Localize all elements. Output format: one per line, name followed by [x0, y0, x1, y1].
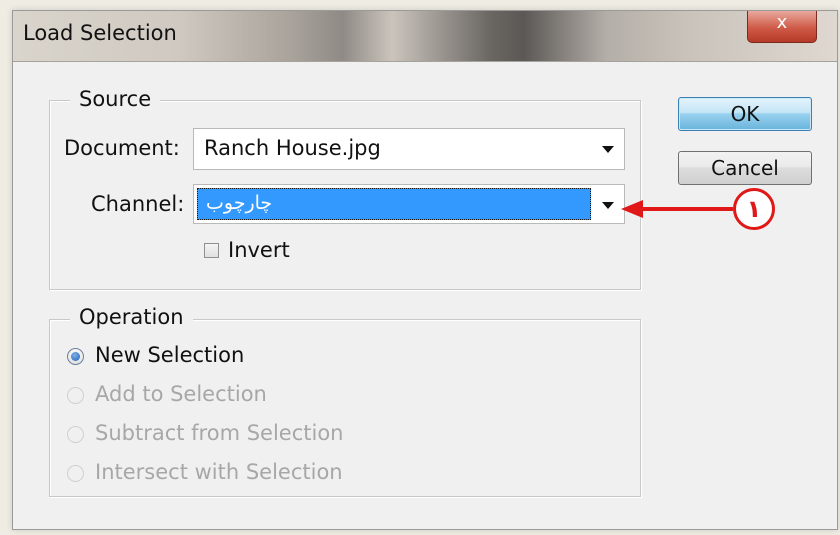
channel-label: Channel: — [91, 192, 185, 216]
chevron-down-icon — [602, 202, 614, 209]
intersect-with-selection-label[interactable]: Intersect with Selection — [95, 460, 343, 484]
subtract-from-selection-label[interactable]: Subtract from Selection — [95, 421, 343, 445]
channel-selection-highlight: چارچوب — [197, 188, 591, 220]
annotation-arrow-line — [640, 207, 733, 211]
cancel-button[interactable]: Cancel — [678, 151, 812, 185]
annotation-arrowhead-icon — [621, 200, 643, 218]
source-legend: Source — [70, 87, 161, 111]
channel-value: چارچوب — [206, 192, 273, 214]
document-dropdown[interactable]: Ranch House.jpg — [193, 128, 625, 170]
add-to-selection-label[interactable]: Add to Selection — [95, 382, 267, 406]
invert-label[interactable]: Invert — [228, 238, 290, 262]
chevron-down-icon — [602, 146, 614, 153]
subtract-from-selection-radio[interactable] — [67, 426, 84, 443]
screenshot-frame: Load Selection x Source Document: Ranch … — [0, 0, 840, 535]
add-to-selection-radio[interactable] — [67, 387, 84, 404]
channel-dropdown[interactable]: چارچوب — [193, 184, 625, 224]
document-label: Document: — [64, 136, 180, 160]
annotation-callout: ١ — [733, 188, 775, 230]
new-selection-radio[interactable] — [67, 348, 84, 365]
close-button[interactable]: x — [747, 11, 817, 43]
document-value: Ranch House.jpg — [204, 136, 381, 160]
operation-legend: Operation — [70, 305, 193, 329]
intersect-with-selection-radio[interactable] — [67, 465, 84, 482]
invert-checkbox[interactable] — [204, 243, 219, 258]
new-selection-label[interactable]: New Selection — [95, 343, 244, 367]
ok-button[interactable]: OK — [678, 97, 812, 131]
window-title: Load Selection — [23, 21, 177, 45]
load-selection-dialog: Load Selection x Source Document: Ranch … — [12, 10, 838, 530]
title-bar[interactable]: Load Selection x — [13, 11, 837, 62]
close-icon: x — [776, 12, 788, 33]
